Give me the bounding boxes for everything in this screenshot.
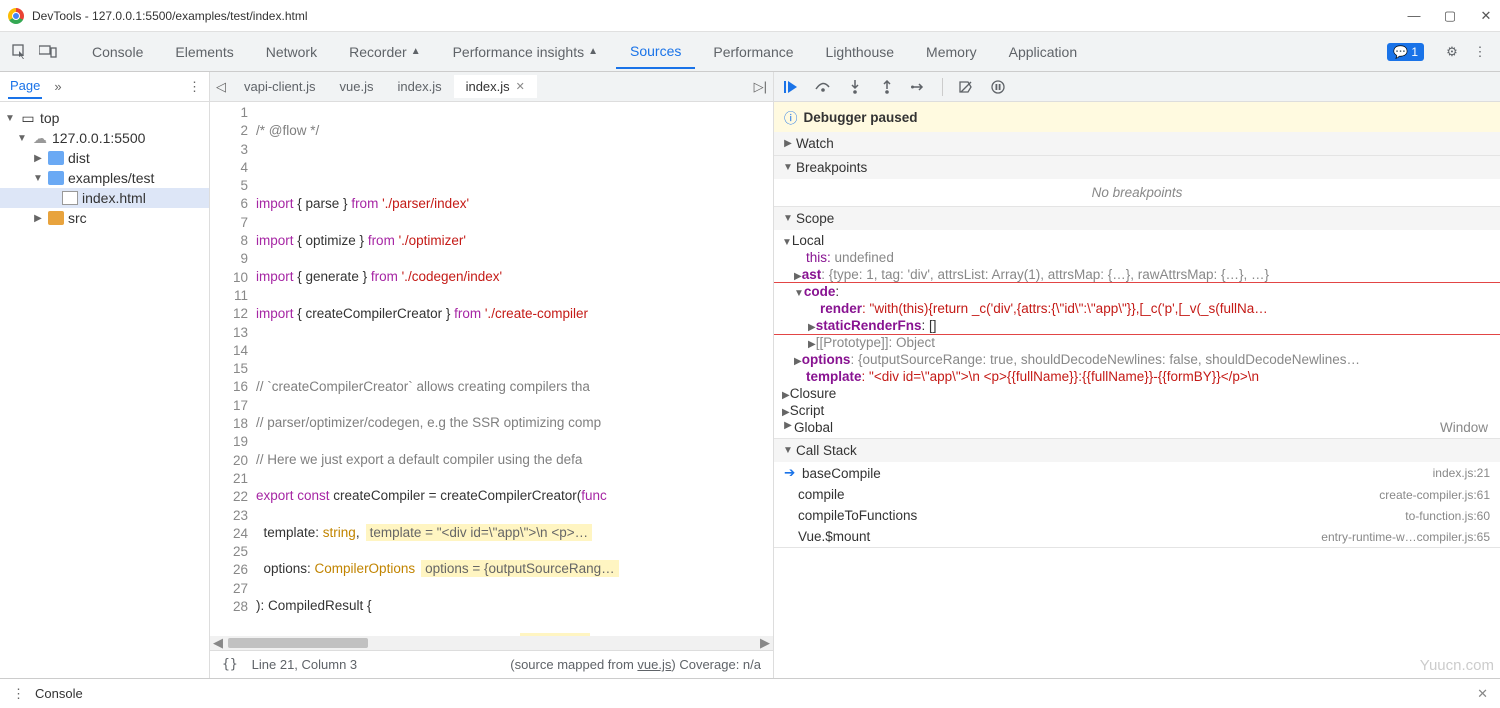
debugger-panel: ⓘDebugger paused ▶Watch ▼Breakpoints No … bbox=[774, 72, 1500, 678]
resume-icon[interactable] bbox=[782, 78, 800, 96]
close-button[interactable]: ✕ bbox=[1480, 10, 1492, 22]
console-drawer[interactable]: ⋮ Console ✕ bbox=[0, 678, 1500, 708]
file-icon bbox=[62, 191, 78, 205]
navigator-sidebar: Page » ⋮ ▼▭top ▼☁127.0.0.1:5500 ▶dist ▼e… bbox=[0, 72, 210, 678]
scope-template[interactable]: template: "<div id=\"app\">\n <p>{{fullN… bbox=[774, 368, 1500, 385]
navigator-tab-page[interactable]: Page bbox=[8, 74, 42, 99]
minimize-button[interactable]: — bbox=[1408, 10, 1420, 22]
editor-tab-index1[interactable]: index.js bbox=[386, 75, 454, 98]
callstack-row[interactable]: compilecreate-compiler.js:61 bbox=[774, 484, 1500, 505]
editor-tab-vue[interactable]: vue.js bbox=[328, 75, 386, 98]
editor-tab-vapi[interactable]: vapi-client.js bbox=[232, 75, 328, 98]
folder-icon bbox=[48, 151, 64, 165]
scope-local[interactable]: ▼Local bbox=[774, 232, 1500, 249]
code-area[interactable]: /* @flow */ import { parse } from './par… bbox=[256, 102, 773, 636]
editor-tab-scroll-right-icon[interactable]: ▷| bbox=[754, 79, 767, 95]
tree-top[interactable]: ▼▭top bbox=[0, 108, 209, 128]
tree-host[interactable]: ▼☁127.0.0.1:5500 bbox=[0, 128, 209, 148]
step-over-icon[interactable] bbox=[814, 78, 832, 96]
source-map-link[interactable]: vue.js bbox=[637, 657, 671, 672]
cursor-position: Line 21, Column 3 bbox=[252, 657, 358, 672]
tab-network[interactable]: Network bbox=[252, 36, 331, 68]
tab-lighthouse[interactable]: Lighthouse bbox=[812, 36, 909, 68]
no-breakpoints: No breakpoints bbox=[774, 179, 1500, 206]
step-out-icon[interactable] bbox=[878, 78, 896, 96]
callstack-row[interactable]: ➔baseCompileindex.js:21 bbox=[774, 462, 1500, 484]
cloud-icon: ☁ bbox=[32, 131, 48, 145]
tree-dist[interactable]: ▶dist bbox=[0, 148, 209, 168]
scope-prototype[interactable]: ▶[[Prototype]]: Object bbox=[774, 334, 1500, 351]
scope-closure[interactable]: ▶Closure bbox=[774, 385, 1500, 402]
navigator-more-tabs-icon[interactable]: » bbox=[54, 79, 61, 94]
tree-examples[interactable]: ▼examples/test bbox=[0, 168, 209, 188]
tab-elements[interactable]: Elements bbox=[161, 36, 247, 68]
folder-icon bbox=[48, 211, 64, 225]
watch-section[interactable]: ▶Watch bbox=[774, 132, 1500, 155]
tree-index-html[interactable]: index.html bbox=[0, 188, 209, 208]
scope-code[interactable]: ▼code: bbox=[774, 283, 1500, 300]
title-bar: DevTools - 127.0.0.1:5500/examples/test/… bbox=[0, 0, 1500, 32]
drawer-close-icon[interactable]: ✕ bbox=[1477, 686, 1488, 702]
step-into-icon[interactable] bbox=[846, 78, 864, 96]
scope-ast[interactable]: ▶ast: {type: 1, tag: 'div', attrsList: A… bbox=[774, 266, 1500, 283]
devtools-tabs: Console Elements Network Recorder ▲ Perf… bbox=[0, 32, 1500, 72]
editor-tab-scroll-left-icon[interactable]: ◁ bbox=[216, 79, 226, 95]
editor-tab-index2[interactable]: index.js✕ bbox=[454, 75, 537, 98]
maximize-button[interactable]: ▢ bbox=[1444, 10, 1456, 22]
scope-options[interactable]: ▶options: {outputSourceRange: true, shou… bbox=[774, 351, 1500, 368]
close-tab-icon[interactable]: ✕ bbox=[516, 80, 525, 93]
settings-icon[interactable]: ⚙ bbox=[1440, 40, 1464, 64]
messages-button[interactable]: 💬 1 bbox=[1387, 43, 1424, 61]
device-toolbar-icon[interactable] bbox=[36, 40, 60, 64]
callstack-row[interactable]: compileToFunctionsto-function.js:60 bbox=[774, 505, 1500, 526]
tab-performance-insights[interactable]: Performance insights ▲ bbox=[439, 36, 612, 68]
editor-status-bar: {} Line 21, Column 3 (source mapped from… bbox=[210, 650, 773, 678]
tab-performance[interactable]: Performance bbox=[699, 36, 807, 68]
inspect-icon[interactable] bbox=[8, 40, 32, 64]
pause-exceptions-icon[interactable] bbox=[989, 78, 1007, 96]
tab-recorder[interactable]: Recorder ▲ bbox=[335, 36, 435, 68]
chrome-icon bbox=[8, 8, 24, 24]
folder-icon bbox=[48, 171, 64, 185]
scope-this[interactable]: this: undefined bbox=[774, 249, 1500, 266]
deactivate-breakpoints-icon[interactable] bbox=[957, 78, 975, 96]
scope-script[interactable]: ▶Script bbox=[774, 402, 1500, 419]
scope-render[interactable]: render: "with(this){return _c('div',{att… bbox=[774, 300, 1500, 317]
scope-section[interactable]: ▼Scope bbox=[774, 207, 1500, 230]
step-icon[interactable] bbox=[910, 78, 928, 96]
callstack-section[interactable]: ▼Call Stack bbox=[774, 439, 1500, 462]
tree-src[interactable]: ▶src bbox=[0, 208, 209, 228]
tab-memory[interactable]: Memory bbox=[912, 36, 991, 68]
tab-application[interactable]: Application bbox=[995, 36, 1092, 68]
file-tree: ▼▭top ▼☁127.0.0.1:5500 ▶dist ▼examples/t… bbox=[0, 102, 209, 234]
editor-panel: ◁ vapi-client.js vue.js index.js index.j… bbox=[210, 72, 774, 678]
breakpoints-section[interactable]: ▼Breakpoints bbox=[774, 156, 1500, 179]
navigator-menu-icon[interactable]: ⋮ bbox=[188, 79, 201, 95]
more-icon[interactable]: ⋮ bbox=[1468, 40, 1492, 64]
tab-sources[interactable]: Sources bbox=[616, 35, 695, 69]
callstack-row[interactable]: Vue.$mountentry-runtime-w…compiler.js:65 bbox=[774, 526, 1500, 547]
scope-static-render-fns[interactable]: ▶staticRenderFns: [] bbox=[774, 317, 1500, 334]
drawer-menu-icon[interactable]: ⋮ bbox=[12, 686, 25, 702]
editor-hscroll[interactable]: ◀▶ bbox=[210, 636, 773, 650]
window-icon: ▭ bbox=[20, 111, 36, 125]
line-gutter: 1234567891011121314151617181920212223242… bbox=[210, 102, 256, 636]
debugger-paused-banner: ⓘDebugger paused bbox=[774, 102, 1500, 132]
drawer-tab-console[interactable]: Console bbox=[35, 686, 83, 701]
window-title: DevTools - 127.0.0.1:5500/examples/test/… bbox=[32, 9, 1408, 23]
scope-global[interactable]: ▶GlobalWindow bbox=[774, 419, 1500, 436]
watermark: Yuucn.com bbox=[1420, 657, 1494, 674]
tab-console[interactable]: Console bbox=[78, 36, 157, 68]
